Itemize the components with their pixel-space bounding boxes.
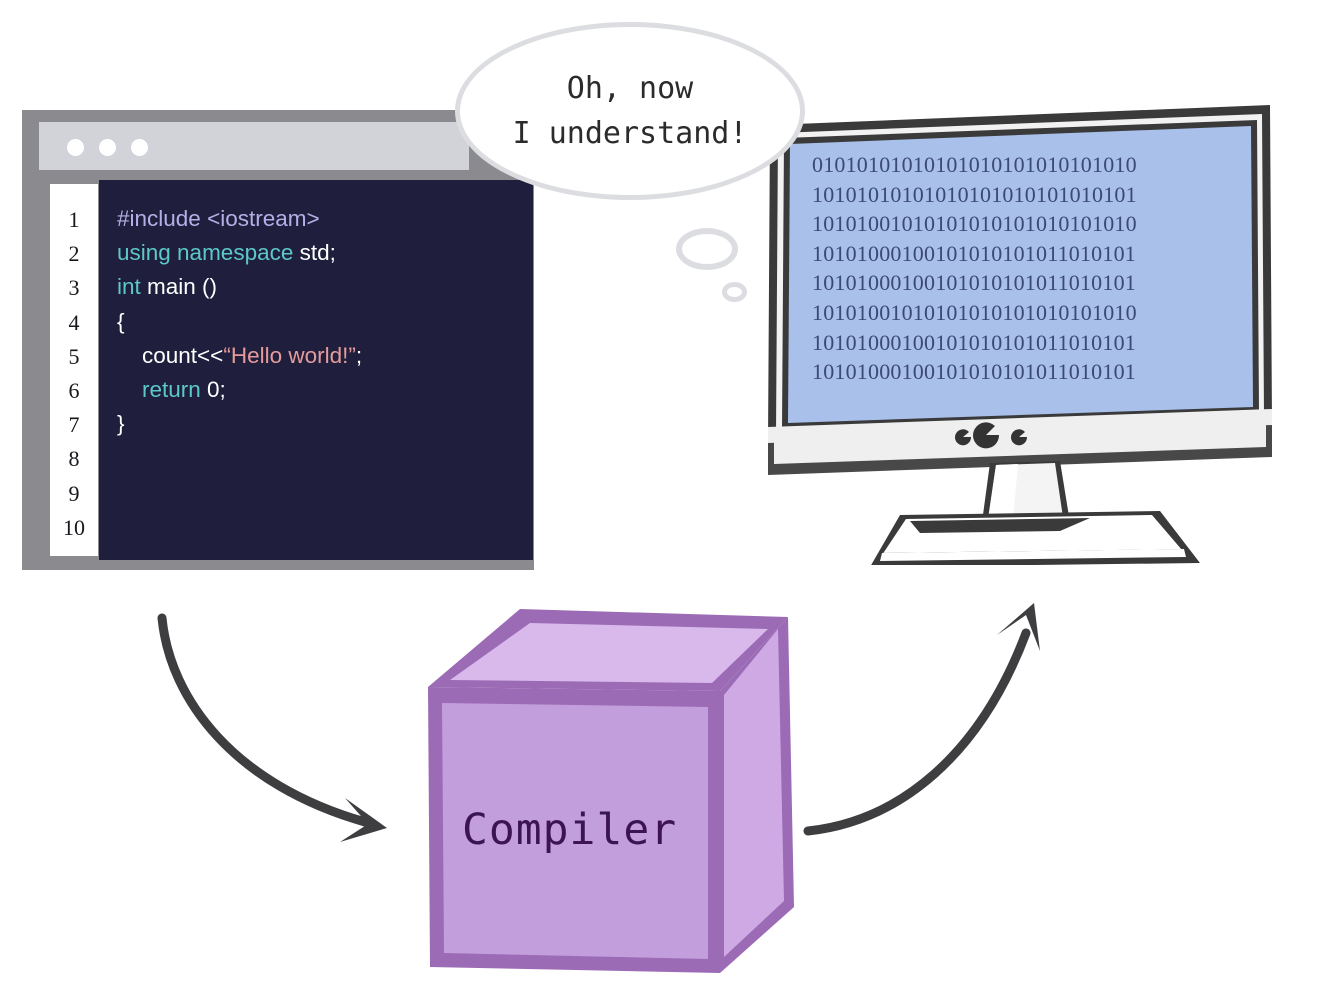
code-line: count<<“Hello world!”; — [117, 339, 533, 373]
thought-text-line-2: I understand! — [512, 116, 748, 151]
code-token: } — [117, 411, 125, 437]
code-to-compiler-arrow — [140, 590, 430, 860]
power-dot-center-icon — [973, 422, 1000, 449]
binary-row: 10101000100101010101011010101 — [812, 359, 1136, 385]
binary-row: 10101001010101010101010101010 — [812, 299, 1137, 325]
thought-text-line-1: Oh, now — [566, 71, 694, 106]
binary-row: 10101010101010101010101010101 — [812, 181, 1137, 207]
line-number: 2 — [68, 241, 80, 267]
line-number: 3 — [68, 275, 80, 301]
compiler-to-monitor-arrow — [790, 585, 1080, 865]
compiler-cube-label: Compiler — [462, 805, 678, 855]
code-token: int — [117, 274, 148, 300]
minimize-dot-icon[interactable] — [99, 139, 116, 156]
thought-bubble-tail-small — [722, 282, 747, 302]
line-number: 9 — [68, 480, 80, 506]
binary-row: 10101001010101010101010101010 — [812, 211, 1137, 237]
code-line: } — [117, 407, 533, 441]
line-number: 7 — [68, 412, 80, 438]
thought-bubble-tail-large — [676, 228, 738, 270]
code-token: count<< — [117, 342, 224, 368]
code-token: std; — [299, 240, 336, 266]
code-line: return 0; — [117, 373, 533, 407]
code-token: #include <iostream> — [117, 206, 320, 231]
power-dot-left-icon — [955, 429, 972, 446]
thought-bubble: Oh, now I understand! — [455, 22, 805, 200]
power-dot-right-icon — [1011, 429, 1028, 446]
line-number: 1 — [68, 207, 80, 232]
code-line: { — [117, 305, 533, 339]
binary-row: 10101000100101010101011010101 — [812, 240, 1136, 266]
line-number: 6 — [68, 378, 80, 404]
code-line: using namespace std; — [117, 236, 533, 270]
binary-row: 10101000100101010101011010101 — [812, 270, 1136, 296]
binary-row: 01010101010101010101010101010 — [812, 152, 1137, 177]
binary-output-text: 01010101010101010101010101010 10101010101… — [812, 150, 1244, 390]
line-number-gutter: 1 2 3 4 5 6 7 8 9 10 — [50, 184, 98, 556]
compiler-cube — [420, 595, 800, 985]
code-token: { — [117, 308, 125, 334]
binary-row: 10101000100101010101011010101 — [812, 329, 1136, 355]
line-number: 8 — [68, 446, 80, 472]
code-line: #include <iostream> — [117, 202, 533, 236]
code-editor-window: 1 2 3 4 5 6 7 8 9 10 #include <iostream>… — [22, 110, 534, 570]
code-token: return — [142, 377, 208, 403]
code-line: int main () — [117, 270, 533, 304]
code-token: “Hello world!” — [223, 342, 356, 368]
maximize-dot-icon[interactable] — [131, 139, 148, 156]
line-number: 4 — [68, 309, 80, 335]
editor-titlebar — [39, 122, 469, 170]
illustration-canvas: 1 2 3 4 5 6 7 8 9 10 #include <iostream>… — [0, 0, 1335, 994]
code-token: ; — [355, 342, 363, 368]
source-code-area[interactable]: #include <iostream> using namespace std; i… — [99, 180, 533, 560]
monitor-bezel-controls — [955, 422, 1028, 449]
line-number: 5 — [68, 343, 80, 369]
line-number: 10 — [63, 514, 85, 540]
close-dot-icon[interactable] — [67, 139, 84, 156]
code-token: 0; — [207, 377, 226, 403]
code-token: using namespace — [117, 240, 300, 266]
code-token: main () — [147, 274, 218, 300]
